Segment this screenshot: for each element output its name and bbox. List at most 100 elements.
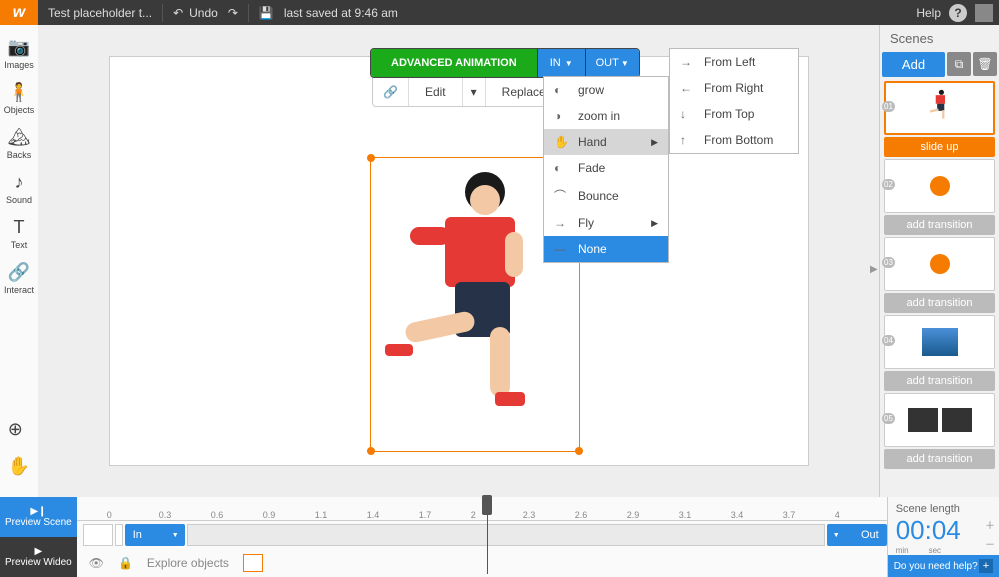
add-transition-button[interactable]: add transition xyxy=(884,371,995,391)
scene-number: 02 xyxy=(882,179,895,190)
last-saved-label: last saved at 9:46 am xyxy=(284,6,398,20)
grow-icon: ◐ xyxy=(554,83,568,97)
help-label[interactable]: Help xyxy=(916,6,941,20)
caret-down-icon: ▼ xyxy=(621,59,629,68)
zoom-icon[interactable]: ⊕ xyxy=(8,419,30,440)
fly-direction-menu: →From Left ←From Right ↓From Top ↑From B… xyxy=(669,48,799,154)
anim-hand[interactable]: ✋Hand▶ xyxy=(544,129,668,155)
preview-scene-button[interactable]: ▶❙Preview Scene xyxy=(0,497,77,537)
bounce-icon: ⌒ xyxy=(554,187,568,204)
scene-thumb[interactable]: 03 xyxy=(884,237,995,291)
track-thumbnail[interactable] xyxy=(83,524,113,546)
link-button[interactable]: 🔗 xyxy=(373,78,409,106)
track-spacer xyxy=(115,524,123,546)
undo-button[interactable]: ↶ Undo xyxy=(173,6,218,20)
scene-transition-label[interactable]: slide up xyxy=(884,137,995,157)
arrow-down-icon: ↓ xyxy=(680,107,694,121)
sidebar-images[interactable]: 📷Images xyxy=(0,33,38,74)
sidebar-objects[interactable]: 🧍Objects xyxy=(0,78,38,119)
clip-in-button[interactable]: In xyxy=(125,524,185,546)
explore-objects[interactable]: Explore objects xyxy=(147,556,229,570)
anim-grow[interactable]: ◐grow xyxy=(544,77,668,103)
preview-wideo-button[interactable]: ▶Preview Wideo xyxy=(0,537,77,577)
fly-from-right[interactable]: ←From Right xyxy=(670,75,798,101)
scene-length-label: Scene length xyxy=(888,497,999,515)
timeline-ruler[interactable]: 0 0.3 0.6 0.9 1.1 1.4 1.7 2 2.3 2.6 2.9 … xyxy=(77,497,887,521)
scene-thumb[interactable]: 04 xyxy=(884,315,995,369)
mountain-icon: 🏔 xyxy=(8,127,31,148)
playhead[interactable] xyxy=(487,497,488,574)
clip-body[interactable] xyxy=(187,524,825,546)
save-icon[interactable]: 💾 xyxy=(259,6,274,20)
layer-thumb[interactable] xyxy=(243,554,263,572)
scene-length-panel: Scene length 00:04 minsec ＋ － Do you nee… xyxy=(887,497,999,577)
undo-label: Undo xyxy=(189,6,218,20)
collapse-panel-icon[interactable]: ▶ xyxy=(870,264,878,275)
timeline-area: ▶❙Preview Scene ▶Preview Wideo 0 0.3 0.6… xyxy=(0,497,999,577)
scene-length-value: 00:04 xyxy=(888,515,999,546)
avatar[interactable] xyxy=(975,4,993,22)
file-title[interactable]: Test placeholder t... xyxy=(48,6,152,20)
logo-icon[interactable]: w xyxy=(0,0,38,25)
advanced-animation-button[interactable]: ADVANCED ANIMATION xyxy=(371,49,537,77)
length-minus-button[interactable]: － xyxy=(985,536,995,551)
none-icon: — xyxy=(554,242,568,256)
anim-fade[interactable]: ◐Fade xyxy=(544,155,668,181)
sidebar-interact[interactable]: 🔗Interact xyxy=(0,258,38,299)
anim-fly[interactable]: →Fly▶ xyxy=(544,210,668,236)
play-icon: ▶ xyxy=(35,546,43,557)
arrow-up-icon: ↑ xyxy=(680,133,694,147)
left-sidebar: 📷Images 🧍Objects 🏔Backs ♪Sound TText 🔗In… xyxy=(0,25,38,577)
scene-number: 04 xyxy=(882,335,895,346)
top-bar: w Test placeholder t... ↶ Undo ↷ 💾 last … xyxy=(0,0,999,25)
text-icon: T xyxy=(14,217,25,238)
scenes-header: Scenes xyxy=(880,25,999,52)
music-icon: ♪ xyxy=(15,172,24,193)
fly-from-left[interactable]: →From Left xyxy=(670,49,798,75)
resize-handle[interactable] xyxy=(367,447,375,455)
caret-down-icon: ▼ xyxy=(565,59,573,68)
eye-icon[interactable]: 👁 xyxy=(89,556,104,570)
scene-thumb[interactable]: 05 xyxy=(884,393,995,447)
scenes-panel: Scenes Add ⧉ 🗑 01 slide up 02 add transi… xyxy=(879,25,999,497)
animation-in-button[interactable]: IN▼ xyxy=(537,49,585,77)
help-bar-close-icon[interactable]: + xyxy=(979,559,993,573)
scenes-list: 01 slide up 02 add transition 03 add tra… xyxy=(880,81,999,497)
timeline-track[interactable]: In Out xyxy=(77,521,887,549)
fly-from-top[interactable]: ↓From Top xyxy=(670,101,798,127)
add-scene-button[interactable]: Add xyxy=(882,52,945,77)
edit-dropdown[interactable]: ▾ xyxy=(463,78,486,106)
anim-zoom-in[interactable]: ◑zoom in xyxy=(544,103,668,129)
anim-none[interactable]: —None xyxy=(544,236,668,262)
redo-button[interactable]: ↷ xyxy=(228,6,238,20)
edit-button[interactable]: Edit xyxy=(409,78,463,106)
scene-number: 03 xyxy=(882,257,895,268)
lock-icon[interactable]: 🔒 xyxy=(118,556,133,570)
help-bar[interactable]: Do you need help?+ xyxy=(888,555,999,577)
sidebar-text[interactable]: TText xyxy=(0,213,38,254)
resize-handle[interactable] xyxy=(367,154,375,162)
scene-thumb[interactable]: 01 xyxy=(884,81,995,135)
duplicate-scene-button[interactable]: ⧉ xyxy=(947,52,971,76)
camera-icon: 📷 xyxy=(8,37,30,58)
add-transition-button[interactable]: add transition xyxy=(884,293,995,313)
delete-scene-button[interactable]: 🗑 xyxy=(973,52,997,76)
clip-out-button[interactable]: Out xyxy=(827,524,887,546)
sidebar-backs[interactable]: 🏔Backs xyxy=(0,123,38,164)
anim-bounce[interactable]: ⌒Bounce xyxy=(544,181,668,210)
fly-from-bottom[interactable]: ↑From Bottom xyxy=(670,127,798,153)
arrow-left-icon: ← xyxy=(680,81,694,95)
length-plus-button[interactable]: ＋ xyxy=(985,517,995,532)
scene-number: 05 xyxy=(882,413,895,424)
animation-menu: ◐grow ◑zoom in ✋Hand▶ ◐Fade ⌒Bounce →Fly… xyxy=(543,76,669,263)
resize-handle[interactable] xyxy=(575,447,583,455)
play-icon: ▶❙ xyxy=(30,506,46,517)
chevron-right-icon: ▶ xyxy=(651,218,658,229)
add-transition-button[interactable]: add transition xyxy=(884,215,995,235)
sidebar-sound[interactable]: ♪Sound xyxy=(0,168,38,209)
animation-out-button[interactable]: OUT▼ xyxy=(585,49,639,77)
scene-thumb[interactable]: 02 xyxy=(884,159,995,213)
hand-tool-icon[interactable]: ✋ xyxy=(8,456,30,477)
add-transition-button[interactable]: add transition xyxy=(884,449,995,469)
help-icon[interactable]: ? xyxy=(949,4,967,22)
